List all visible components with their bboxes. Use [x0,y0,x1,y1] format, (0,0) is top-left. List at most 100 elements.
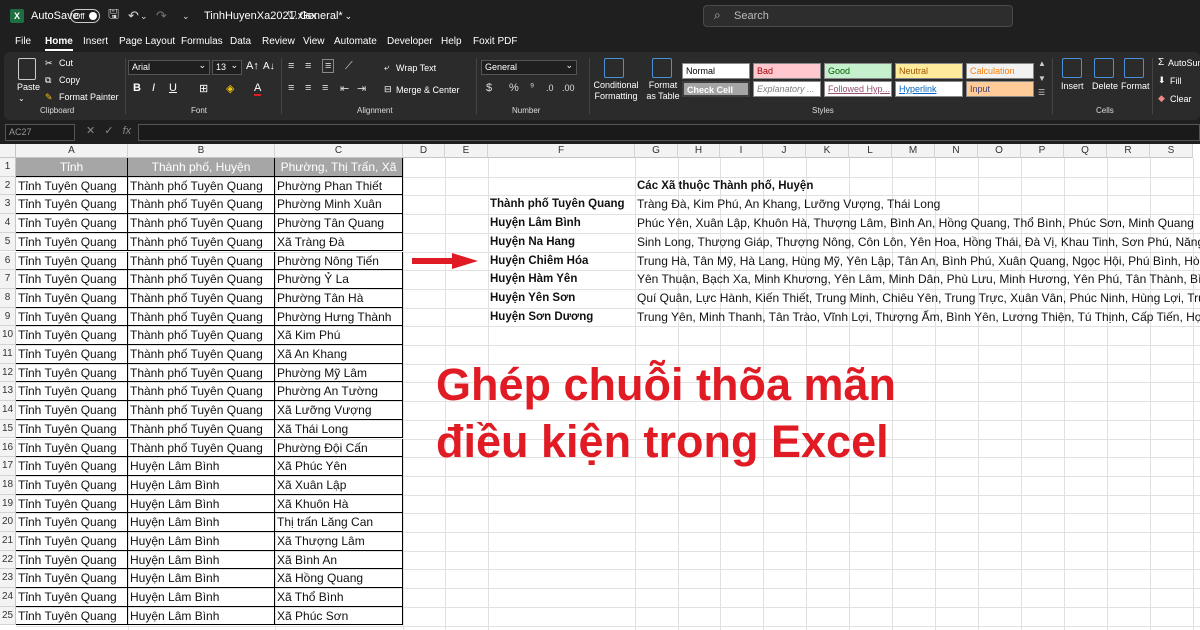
table-cell[interactable]: Thành phố Tuyên Quang [128,345,275,364]
align-middle-icon[interactable]: ≡ [305,60,311,72]
table-cell[interactable]: Phường Ỷ La [275,270,403,289]
table-cell[interactable]: Huyện Lâm Bình [128,550,275,570]
row-header-22[interactable]: 22 [0,550,16,570]
align-left-icon[interactable]: ≡ [288,82,294,94]
table-cell[interactable]: Xã Phúc Sơn [275,606,403,626]
column-header-q[interactable]: Q [1064,144,1107,158]
column-header-o[interactable]: O [978,144,1021,158]
table-cell[interactable]: Thành phố Tuyên Quang [128,326,275,345]
column-header-s[interactable]: S [1150,144,1193,158]
summary-communes-cell[interactable]: Quí Quân, Lực Hành, Kiến Thiết, Trung Mi… [635,289,1200,308]
table-cell[interactable]: Phường Tân Quang [275,214,403,233]
select-all-corner[interactable] [0,144,16,158]
table-cell[interactable]: Phường Đội Cấn [275,438,403,458]
table-cell[interactable]: Huyện Lâm Bình [128,513,275,532]
tab-formulas[interactable]: Formulas [181,36,223,47]
redo-icon[interactable]: ↷ [156,0,167,32]
font-name-dropdown[interactable]: Arial [128,59,210,75]
table-cell[interactable]: Huyện Lâm Bình [128,569,275,589]
table-cell[interactable]: Xã Thái Long [275,419,403,439]
column-header-a[interactable]: A [16,144,128,158]
table-cell[interactable]: Tỉnh Tuyên Quang [16,288,128,308]
tab-developer[interactable]: Developer [387,36,433,47]
autosum-button[interactable]: AutoSum [1168,58,1200,68]
format-painter-icon[interactable]: ✎ [45,92,53,103]
cut-icon[interactable]: ✂ [45,58,53,69]
decrease-decimal-icon[interactable]: .00 [562,83,575,93]
table-cell[interactable]: Phường An Tường [275,382,403,402]
row-header-20[interactable]: 20 [0,513,16,532]
tab-page-layout[interactable]: Page Layout [119,36,175,47]
align-center-icon[interactable]: ≡ [305,82,311,94]
format-as-table-button[interactable]: Format as Table [644,80,682,102]
row-header-3[interactable]: 3 [0,195,16,215]
row-header-6[interactable]: 6 [0,251,16,271]
table-cell[interactable]: Tỉnh Tuyên Quang [16,475,128,495]
table-cell[interactable]: Tỉnh Tuyên Quang [16,513,128,532]
table-cell[interactable]: Tỉnh Tuyên Quang [16,532,128,551]
insert-cells-icon[interactable] [1062,58,1082,78]
summary-district-cell[interactable]: Huyện Yên Sơn [488,289,635,308]
row-header-7[interactable]: 7 [0,270,16,289]
table-cell[interactable]: Tỉnh Tuyên Quang [16,457,128,476]
tab-file[interactable]: File [15,36,31,47]
column-header-c[interactable]: C [275,144,403,158]
row-header-11[interactable]: 11 [0,345,16,364]
comma-style-icon[interactable]: ⁹ [530,82,534,93]
summary-district-cell[interactable]: Huyện Hàm Yên [488,270,635,289]
cell-style-7[interactable]: Followed Hyp... [824,81,892,97]
column-header-g[interactable]: G [635,144,678,158]
number-format-dropdown[interactable]: General [481,59,577,75]
row-header-23[interactable]: 23 [0,569,16,589]
customize-qat-icon[interactable]: ⌄ [182,0,190,32]
column-header-d[interactable]: D [403,144,445,158]
table-cell[interactable]: Tỉnh Tuyên Quang [16,326,128,345]
table-cell[interactable]: Tỉnh Tuyên Quang [16,550,128,570]
table-cell[interactable]: Phường Nông Tiến [275,251,403,271]
cell-style-3[interactable]: Neutral [895,63,963,79]
column-header-i[interactable]: I [720,144,763,158]
bold-icon[interactable]: B [133,82,141,94]
table-header-cell[interactable]: Phường, Thị Trấn, Xã [275,158,403,177]
column-header-e[interactable]: E [445,144,488,158]
table-cell[interactable]: Thành phố Tuyên Quang [128,401,275,420]
table-cell[interactable]: Huyện Lâm Bình [128,588,275,607]
row-header-14[interactable]: 14 [0,401,16,420]
table-cell[interactable]: Thành phố Tuyên Quang [128,251,275,271]
table-cell[interactable]: Huyện Lâm Bình [128,457,275,476]
table-cell[interactable]: Thành phố Tuyên Quang [128,438,275,458]
table-cell[interactable]: Xã Khuôn Hà [275,494,403,514]
sensitivity-label[interactable]: ⛉ General* ⌄ [288,0,352,32]
table-cell[interactable]: Thành phố Tuyên Quang [128,382,275,402]
column-header-f[interactable]: F [488,144,635,158]
cell-style-8[interactable]: Hyperlink [895,81,963,97]
wrap-text-button[interactable]: Wrap Text [396,63,436,73]
table-cell[interactable]: Thành phố Tuyên Quang [128,419,275,439]
increase-indent-icon[interactable]: ⇥ [357,82,366,95]
align-top-icon[interactable]: ≡ [288,60,294,72]
table-cell[interactable]: Tỉnh Tuyên Quang [16,176,128,196]
column-header-b[interactable]: B [128,144,275,158]
row-header-25[interactable]: 25 [0,606,16,626]
summary-district-cell[interactable]: Huyện Chiêm Hóa [488,252,635,271]
summary-district-cell[interactable]: Huyện Lâm Bình [488,214,635,233]
format-as-table-icon[interactable] [652,58,672,78]
column-header-n[interactable]: N [935,144,978,158]
column-header-k[interactable]: K [806,144,849,158]
conditional-formatting-icon[interactable] [604,58,624,78]
table-cell[interactable]: Tỉnh Tuyên Quang [16,494,128,514]
tab-data[interactable]: Data [230,36,251,47]
row-header-13[interactable]: 13 [0,382,16,402]
table-cell[interactable]: Huyện Lâm Bình [128,494,275,514]
table-cell[interactable]: Thành phố Tuyên Quang [128,176,275,196]
table-cell[interactable]: Phường Tân Hà [275,288,403,308]
row-header-2[interactable]: 2 [0,176,16,196]
table-cell[interactable]: Xã Xuân Lập [275,475,403,495]
percent-icon[interactable]: % [509,82,519,94]
increase-font-icon[interactable]: A↑ [246,60,259,72]
table-cell[interactable]: Phường Minh Xuân [275,195,403,215]
table-cell[interactable]: Tỉnh Tuyên Quang [16,307,128,327]
table-cell[interactable]: Tỉnh Tuyên Quang [16,363,128,383]
fill-color-icon[interactable]: ◈ [226,82,234,95]
row-header-16[interactable]: 16 [0,438,16,458]
